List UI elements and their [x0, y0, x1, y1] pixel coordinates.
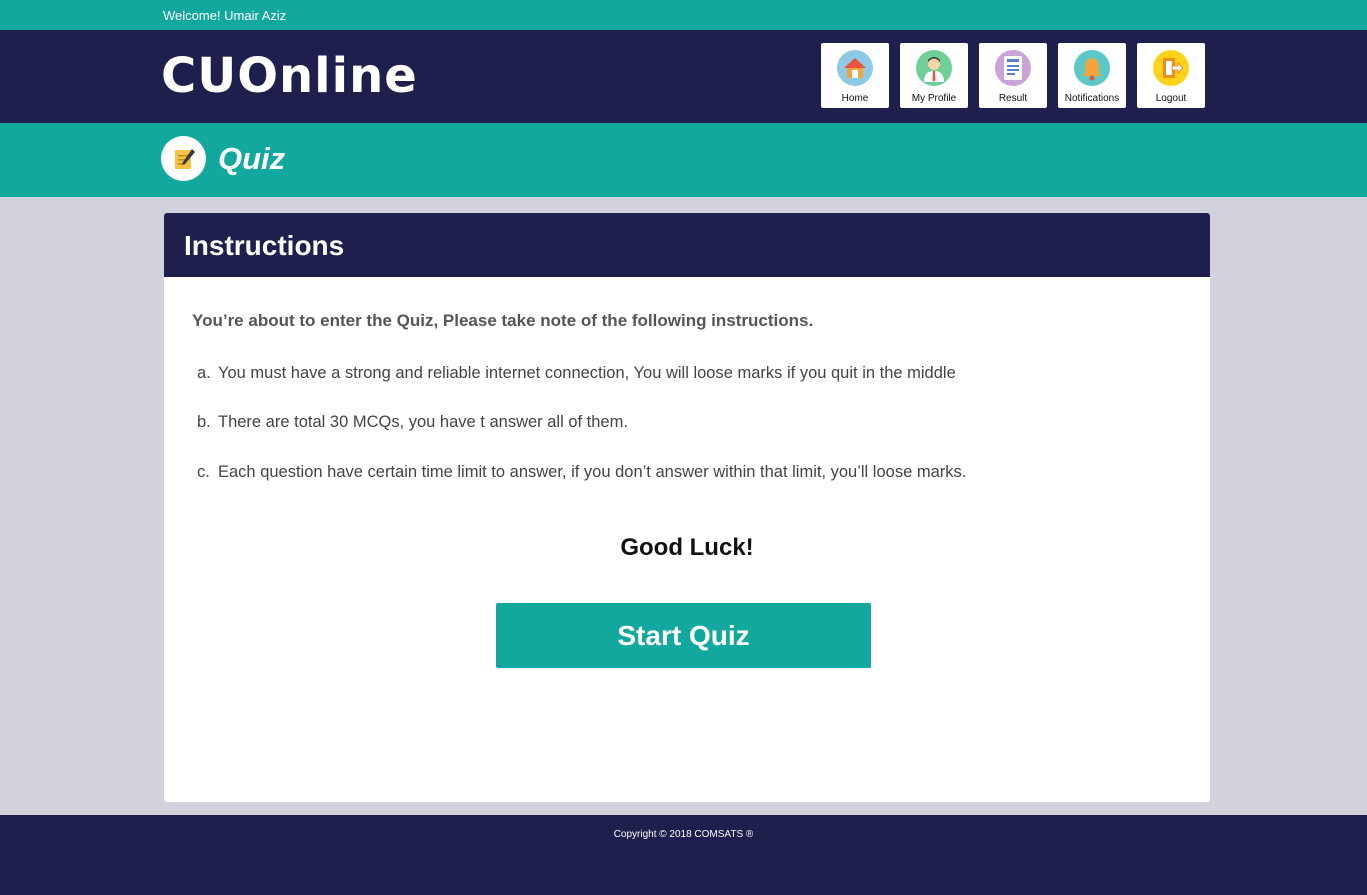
cuonline-logo[interactable]: CUOnline	[161, 48, 418, 104]
instructions-intro: You’re about to enter the Quiz, Please t…	[192, 311, 814, 330]
copyright-text: Copyright © 2018 COMSATS ®	[613, 829, 754, 840]
card-title: Instructions	[184, 230, 345, 261]
instruction-item: c. Each question have certain time limit …	[197, 463, 966, 482]
result-icon	[995, 50, 1031, 86]
welcome-text: Welcome! Umair Aziz	[163, 8, 287, 23]
nav-logout-button[interactable]: Logout	[1137, 43, 1205, 108]
nav-home-label: Home	[841, 93, 869, 104]
instruction-marker: a.	[197, 364, 211, 382]
instruction-text: You must have a strong and reliable inte…	[218, 364, 956, 382]
instruction-item: b. There are total 30 MCQs, you have t an…	[197, 413, 628, 432]
nav-notifications-label: Notifications	[1064, 93, 1120, 104]
instruction-marker: c.	[197, 463, 210, 481]
instruction-marker: b.	[197, 413, 211, 431]
start-quiz-button[interactable]: Start Quiz	[496, 603, 871, 668]
user-icon	[916, 50, 952, 86]
card-header: Instructions	[164, 213, 1210, 277]
nav-logout-label: Logout	[1155, 93, 1187, 104]
good-luck-text: Good Luck!	[620, 534, 754, 561]
instruction-text: There are total 30 MCQs, you have t answ…	[218, 413, 628, 431]
instruction-text: Each question have certain time limit to…	[218, 463, 967, 481]
footer: Copyright © 2018 COMSATS ®	[0, 815, 1367, 895]
nav-result-button[interactable]: Result	[979, 43, 1047, 108]
instructions-card: Instructions You’re about to enter the Q…	[164, 213, 1210, 802]
instruction-item: a. You must have a strong and reliable in…	[197, 364, 956, 383]
nav-notifications-button[interactable]: Notifications	[1058, 43, 1126, 108]
nav-result-label: Result	[998, 93, 1028, 104]
nav-my-profile-button[interactable]: My Profile	[900, 43, 968, 108]
header: CUOnline Home My Profile Result Notifica…	[0, 30, 1367, 123]
page-title: Quiz	[218, 141, 286, 176]
notepad-icon	[161, 136, 206, 181]
quiz-bar: Quiz	[0, 123, 1367, 197]
home-icon	[837, 50, 873, 86]
top-bar: Welcome! Umair Aziz	[0, 0, 1367, 30]
bell-icon	[1074, 50, 1110, 86]
logout-icon	[1153, 50, 1189, 86]
nav-bar: Home My Profile Result Notifications Log…	[821, 43, 1205, 108]
nav-home-button[interactable]: Home	[821, 43, 889, 108]
nav-my-profile-label: My Profile	[911, 93, 957, 104]
